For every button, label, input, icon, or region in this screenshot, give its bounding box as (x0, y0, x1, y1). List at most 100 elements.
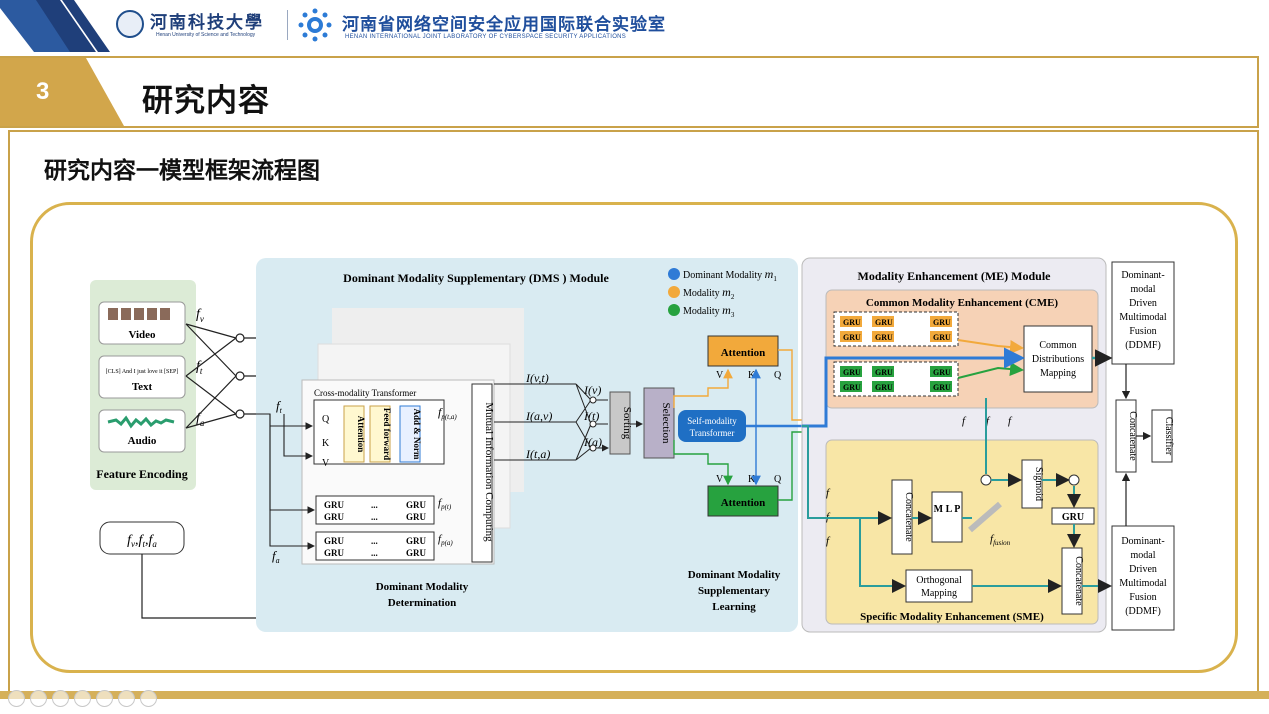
svg-text:...: ... (371, 536, 378, 546)
i-t: I(t) (583, 409, 599, 423)
grid-icon[interactable] (74, 690, 91, 707)
mlp-label: M L P (934, 504, 961, 515)
svg-text:GRU: GRU (933, 383, 951, 392)
legend-item-m2: Modality m2 (683, 285, 735, 301)
corner-decoration (0, 0, 110, 52)
feed-forward-label: Feed forward (382, 408, 392, 460)
svg-text:GRU: GRU (324, 512, 345, 522)
text-label: Text (132, 381, 153, 393)
self-transformer-line2: Transformer (690, 428, 735, 438)
divider (287, 10, 288, 40)
slide-nav-controls[interactable] (8, 690, 157, 707)
legend-item-dominant: Dominant Modality m1 (683, 267, 777, 283)
svg-text:K: K (748, 370, 756, 381)
k-label: K (322, 438, 330, 449)
svg-text:GRU: GRU (406, 512, 427, 522)
svg-text:GRU: GRU (875, 383, 893, 392)
next-icon[interactable] (30, 690, 47, 707)
svg-text:Driven: Driven (1129, 564, 1157, 575)
svg-text:GRU: GRU (406, 536, 427, 546)
svg-text:GRU: GRU (875, 318, 893, 327)
section-number: 3 (36, 78, 50, 105)
video-label: Video (128, 329, 156, 341)
classifier-label: Classifier (1163, 417, 1174, 456)
learning-line3: Learning (712, 601, 756, 613)
bottom-decoration-bar (0, 691, 1269, 699)
i-av: I(a,v) (525, 409, 552, 423)
sigmoid-label: Sigmoid (1033, 467, 1044, 501)
svg-text:GRU: GRU (406, 500, 427, 510)
cme-title: Common Modality Enhancement (CME) (866, 297, 1059, 309)
determination-line1: Dominant Modality (376, 581, 469, 593)
school-name-english: Henan University of Science and Technolo… (156, 32, 256, 38)
common-mapping-line1: Common (1039, 340, 1076, 351)
attention-block-label: Attention (356, 416, 366, 453)
me-title: Modality Enhancement (ME) Module (858, 269, 1052, 283)
svg-text:Fusion: Fusion (1129, 592, 1156, 603)
pen-icon[interactable] (52, 690, 69, 707)
svg-text:GRU: GRU (875, 368, 893, 377)
svg-text:GRU: GRU (843, 383, 861, 392)
cross-modality-transformer-label: Cross-modality Transformer (314, 388, 416, 398)
school-logo (116, 10, 144, 38)
learning-line1: Dominant Modality (688, 569, 781, 581)
text-sample: [CLS] And I just love it [SEP] (106, 369, 179, 375)
svg-text:GRU: GRU (875, 333, 893, 342)
prev-icon[interactable] (8, 690, 25, 707)
common-mapping-line2: Distributions (1032, 354, 1084, 365)
learning-line2: Supplementary (698, 585, 771, 597)
lab-name-english: HENAN INTERNATIONAL JOINT LABORATORY OF … (345, 34, 627, 40)
more-icon[interactable] (140, 690, 157, 707)
svg-text:Driven: Driven (1129, 298, 1157, 309)
selection-label: Selection (660, 403, 672, 444)
svg-text:Multimodal: Multimodal (1119, 312, 1166, 323)
attention-top: Attention (721, 347, 766, 359)
svg-text:Q: Q (774, 474, 782, 485)
svg-text:GRU: GRU (324, 500, 345, 510)
svg-text:GRU: GRU (843, 368, 861, 377)
ddmf-bottom-line1: Dominant- (1121, 536, 1164, 547)
school-name: 河南科技大學 (150, 13, 264, 33)
svg-text:V: V (716, 370, 724, 381)
svg-text:K: K (748, 474, 756, 485)
view-icon[interactable] (118, 690, 135, 707)
v-label: V (322, 458, 330, 469)
svg-text:GRU: GRU (324, 536, 345, 546)
zoom-icon[interactable] (96, 690, 113, 707)
svg-text:(DDMF): (DDMF) (1125, 606, 1161, 617)
svg-text:...: ... (371, 512, 378, 522)
svg-text:fv: fv (196, 307, 204, 324)
ddmf-column: Dominant- modal Driven Multimodal Fusion… (1111, 261, 1175, 631)
feature-encoding-title: Feature Encoding (96, 467, 187, 481)
section-title: 研究内容 (142, 83, 270, 118)
svg-text:Q: Q (774, 370, 782, 381)
svg-text:...: ... (371, 548, 378, 558)
svg-text:GRU: GRU (406, 548, 427, 558)
self-transformer-line1: Self-modality (687, 416, 737, 426)
video-frames (108, 308, 170, 320)
common-mapping-line3: Mapping (1040, 368, 1076, 379)
me-module: Modality Enhancement (ME) Module Common … (801, 257, 1113, 633)
orthogonal-line2: Mapping (921, 588, 957, 599)
q-label: Q (322, 414, 330, 425)
svg-text:V: V (716, 474, 724, 485)
svg-text:GRU: GRU (843, 333, 861, 342)
content-title: 研究内容一模型框架流程图 (44, 157, 320, 183)
svg-text:...: ... (371, 500, 378, 510)
model-framework-diagram: Video [CLS] And I just love it [SEP] Tex… (90, 257, 1175, 633)
lab-logo (298, 8, 332, 42)
i-vt: I(v,t) (525, 371, 549, 385)
sme-concatenate-2: Concatenate (1073, 556, 1084, 606)
svg-text:GRU: GRU (843, 318, 861, 327)
dms-title: Dominant Modality Supplementary (DMS ) M… (343, 271, 609, 285)
sme-gru: GRU (1062, 512, 1084, 523)
determination-line2: Determination (388, 597, 456, 609)
svg-text:modal: modal (1131, 550, 1156, 561)
svg-text:GRU: GRU (933, 318, 951, 327)
audio-label: Audio (128, 435, 157, 447)
sme-title: Specific Modality Enhancement (SME) (860, 611, 1044, 623)
sorting-label: Sorting (621, 407, 633, 440)
svg-text:Fusion: Fusion (1129, 326, 1156, 337)
lab-name: 河南省网络空间安全应用国际联合实验室 (342, 15, 666, 34)
svg-text:GRU: GRU (933, 368, 951, 377)
